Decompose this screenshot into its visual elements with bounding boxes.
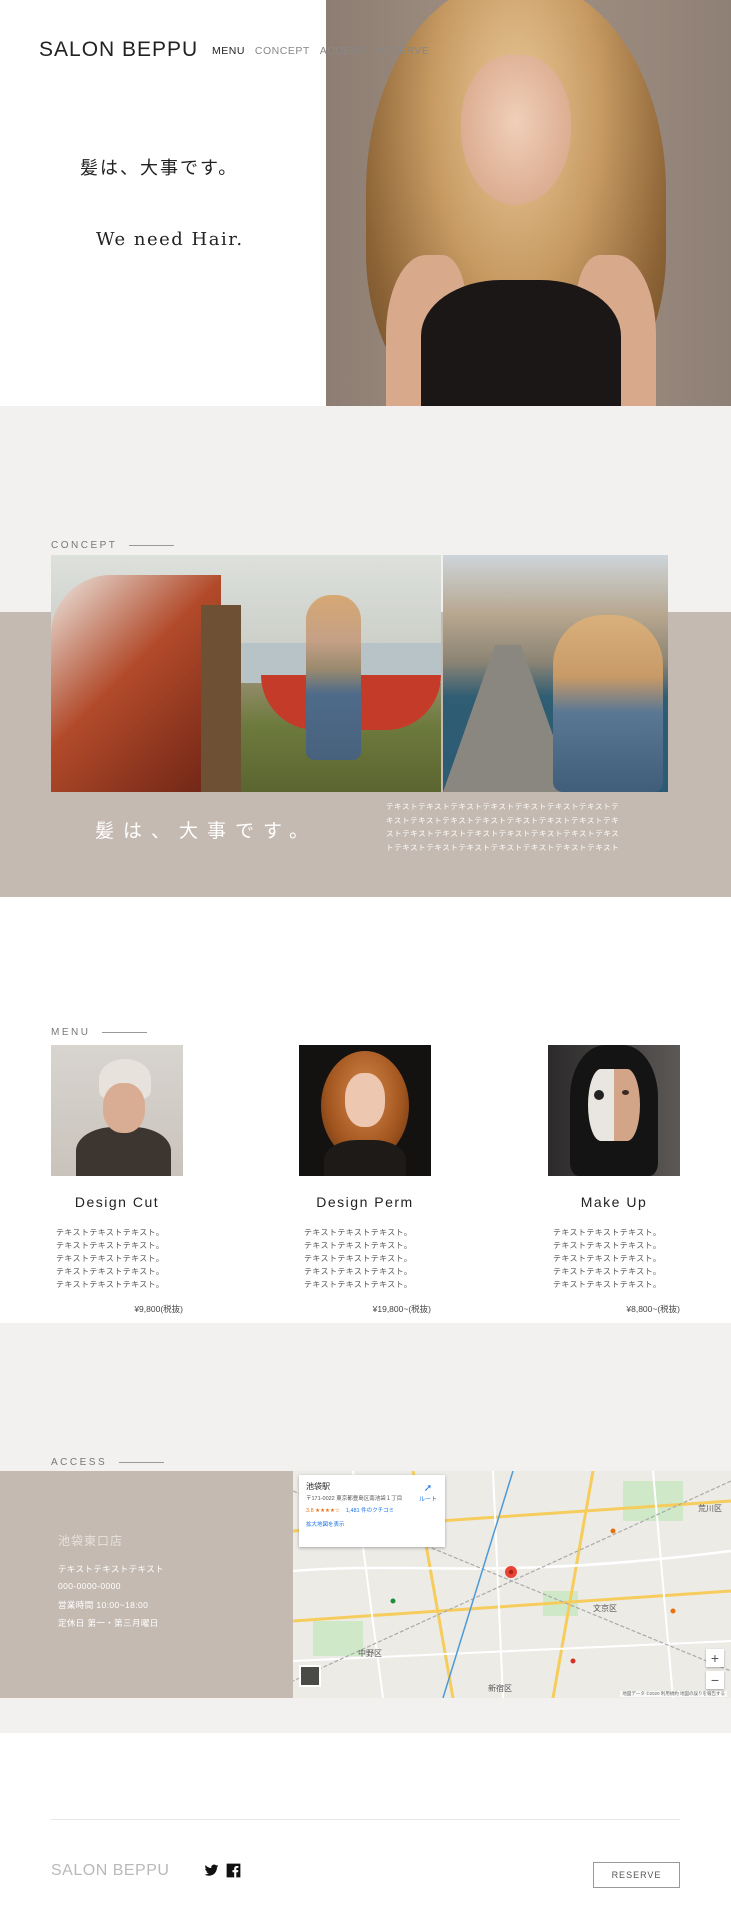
google-map[interactable]: 文京区 中野区 新宿区 荒川区 池袋駅 〒171-0022 東京都豊島区南池袋１… bbox=[293, 1471, 731, 1698]
map-satellite-toggle[interactable] bbox=[299, 1665, 321, 1687]
menu-price: ¥8,800~(税抜) bbox=[626, 1304, 680, 1314]
twitter-icon[interactable] bbox=[204, 1863, 219, 1878]
map-info-card: 池袋駅 〒171-0022 東京都豊島区南池袋１丁目 3.8 ★★★★☆ 1,48… bbox=[299, 1475, 445, 1547]
menu-title: Design Cut bbox=[74, 1194, 160, 1210]
map-reviews-link[interactable]: 1,481 件のクチコミ bbox=[346, 1508, 394, 1514]
hero-title-en: We need Hair. bbox=[96, 229, 244, 250]
map-route-button[interactable]: ➚ ルート bbox=[419, 1483, 437, 1503]
concept-heading: 髪は、大事です。 bbox=[95, 820, 318, 842]
concept-section: CONCEPT 髪は、大事です。 テキストテキストテキストテキストテキストテキス… bbox=[0, 406, 731, 897]
map-label-bunkyo: 文京区 bbox=[593, 1603, 617, 1613]
site-footer: SALON BEPPU RESERVE bbox=[0, 1733, 731, 1920]
directions-icon: ➚ bbox=[423, 1483, 433, 1494]
menu-desc: テキストテキストテキスト。 テキストテキストテキスト。 テキストテキストテキスト。テ… bbox=[304, 1228, 413, 1289]
hero-title-jp: 髪は、大事です。 bbox=[80, 158, 239, 179]
menu-card-perm: Design Perm テキストテキストテキスト。 テキストテキストテキスト。 テキ… bbox=[299, 1045, 431, 1315]
menu-price: ¥19,800~(税抜) bbox=[372, 1304, 431, 1314]
menu-photo-makeup bbox=[548, 1045, 680, 1176]
menu-desc: テキストテキストテキスト。 テキストテキストテキスト。 テキストテキストテキスト。テ… bbox=[553, 1228, 662, 1289]
concept-photo-pier bbox=[443, 555, 668, 792]
menu-desc: テキストテキストテキスト。 テキストテキストテキスト。 テキストテキストテキスト。テ… bbox=[56, 1228, 165, 1289]
footer-divider bbox=[51, 1819, 680, 1820]
store-text: テキストテキストテキスト bbox=[58, 1564, 165, 1574]
concept-label: CONCEPT bbox=[51, 540, 175, 551]
store-holiday: 定休日 第一・第三月曜日 bbox=[58, 1618, 159, 1628]
store-hours: 営業時間 10:00~18:00 bbox=[58, 1600, 149, 1610]
facebook-icon[interactable] bbox=[226, 1863, 241, 1878]
nav-concept[interactable]: CONCEPT bbox=[255, 45, 310, 57]
map-label-shinjuku: 新宿区 bbox=[488, 1683, 512, 1693]
store-phone: 000-0000-0000 bbox=[58, 1581, 121, 1591]
menu-section: MENU Design Cut テキストテキストテキスト。 テキストテキストテキス… bbox=[0, 897, 731, 1323]
social-links bbox=[204, 1863, 241, 1878]
nav-access[interactable]: ACCESS bbox=[320, 45, 366, 57]
map-zoom-in-button[interactable]: + bbox=[706, 1649, 724, 1667]
map-rating: 3.8 ★★★★☆ 1,481 件のクチコミ bbox=[306, 1508, 395, 1514]
main-nav: MENU CONCEPT ACCESS RESERVE bbox=[212, 45, 429, 57]
label-line bbox=[119, 1462, 165, 1463]
menu-photo-cut bbox=[51, 1045, 183, 1176]
map-zoom-out-button[interactable]: − bbox=[706, 1671, 724, 1689]
label-line bbox=[129, 545, 175, 546]
menu-card-cut: Design Cut テキストテキストテキスト。 テキストテキストテキスト。 テキス… bbox=[51, 1045, 183, 1315]
footer-logo[interactable]: SALON BEPPU bbox=[51, 1862, 169, 1880]
access-section: ACCESS 池袋東口店 テキストテキストテキスト 000-0000-0000 … bbox=[0, 1323, 731, 1733]
access-info-panel: 池袋東口店 テキストテキストテキスト 000-0000-0000 営業時間 10… bbox=[0, 1471, 293, 1698]
store-name: 池袋東口店 bbox=[58, 1534, 124, 1548]
access-label: ACCESS bbox=[51, 1457, 165, 1468]
map-attribution: 地図データ ©2020 利用規約 地図の誤りを報告する bbox=[620, 1691, 727, 1697]
nav-reserve[interactable]: RESERVE bbox=[376, 45, 430, 57]
map-label-nakano: 中野区 bbox=[358, 1648, 382, 1658]
hero-model-photo bbox=[326, 0, 731, 406]
map-address: 〒171-0022 東京都豊島区南池袋１丁目 bbox=[306, 1496, 403, 1502]
menu-label: MENU bbox=[51, 1027, 148, 1038]
menu-price: ¥9,800(税抜) bbox=[134, 1304, 183, 1314]
menu-photo-perm bbox=[299, 1045, 431, 1176]
menu-title: Make Up bbox=[580, 1194, 648, 1210]
hero-section: SALON BEPPU MENU CONCEPT ACCESS RESERVE … bbox=[0, 0, 731, 406]
concept-photo-lake bbox=[51, 555, 441, 792]
menu-card-makeup: Make Up テキストテキストテキスト。 テキストテキストテキスト。 テキストテキ… bbox=[548, 1045, 680, 1315]
menu-title: Design Perm bbox=[316, 1194, 414, 1210]
concept-body-text: テキストテキストテキストテキストテキストテキストテキストテキストテキストテキスト… bbox=[386, 802, 620, 852]
map-enlarge-link[interactable]: 拡大地図を表示 bbox=[306, 1520, 438, 1528]
map-label-arakawa: 荒川区 bbox=[698, 1503, 722, 1513]
label-line bbox=[102, 1032, 148, 1033]
reserve-button[interactable]: RESERVE bbox=[593, 1862, 680, 1888]
site-logo[interactable]: SALON BEPPU bbox=[39, 38, 198, 62]
nav-menu[interactable]: MENU bbox=[212, 45, 245, 57]
